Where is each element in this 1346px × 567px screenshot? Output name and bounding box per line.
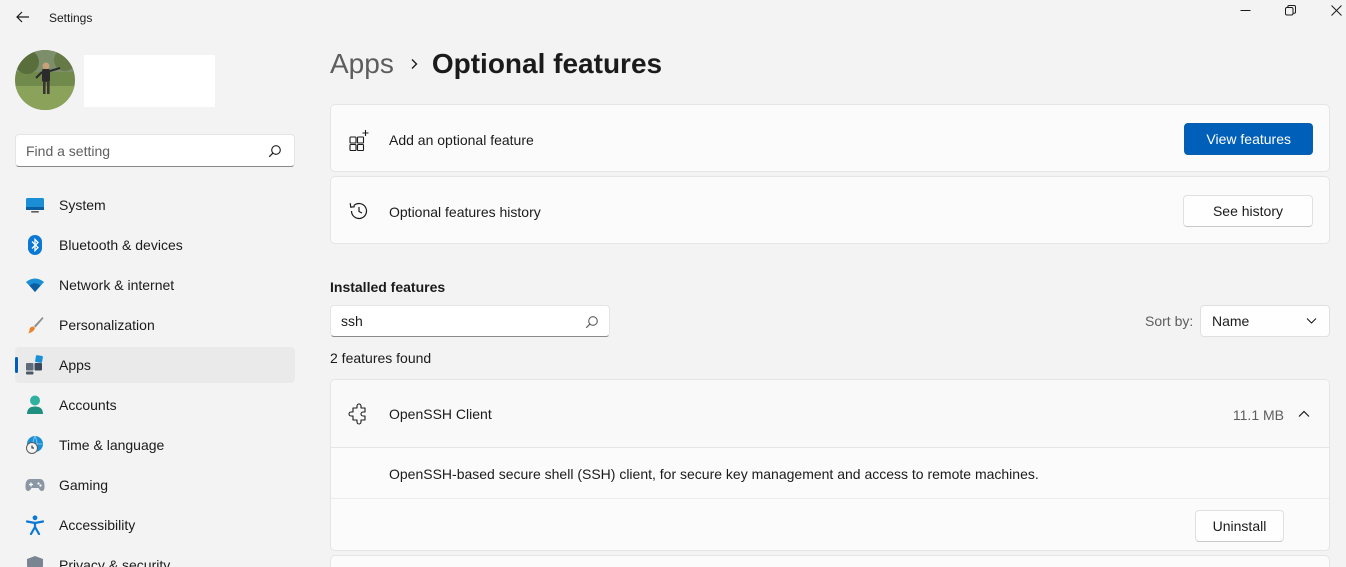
close-icon xyxy=(1330,4,1342,16)
chevron-up-icon[interactable] xyxy=(1297,407,1311,421)
sidebar-item-label: Personalization xyxy=(59,317,155,333)
account-name-box xyxy=(84,55,215,107)
installed-search-input[interactable] xyxy=(341,313,571,329)
sidebar-item-label: Gaming xyxy=(59,477,109,493)
back-button[interactable] xyxy=(12,6,34,28)
system-icon xyxy=(25,195,45,215)
restore-icon xyxy=(1284,4,1296,15)
sidebar-item-apps[interactable]: Apps xyxy=(15,347,295,383)
settings-search[interactable] xyxy=(15,134,295,167)
chevron-down-icon xyxy=(1306,318,1317,324)
installed-features-title: Installed features xyxy=(330,279,446,295)
avatar-photo xyxy=(15,50,75,110)
puzzle-icon xyxy=(348,403,370,425)
close-button[interactable] xyxy=(1324,0,1346,20)
sidebar-item-label: Accounts xyxy=(59,397,117,413)
bluetooth-icon xyxy=(25,235,45,255)
installed-search[interactable] xyxy=(330,305,610,337)
breadcrumb-parent[interactable]: Apps xyxy=(330,48,394,80)
breadcrumb-chevron-icon xyxy=(410,58,418,70)
uninstall-button[interactable]: Uninstall xyxy=(1195,510,1284,542)
feature-description: OpenSSH-based secure shell (SSH) client,… xyxy=(389,466,1039,482)
add-feature-label: Add an optional feature xyxy=(389,132,534,148)
feature-count: 2 features found xyxy=(330,350,432,366)
history-label: Optional features history xyxy=(389,204,541,220)
person-icon xyxy=(25,395,45,415)
breadcrumb: Apps Optional features xyxy=(330,48,662,80)
search-icon[interactable] xyxy=(585,315,599,329)
feature-size: 11.1 MB xyxy=(1232,407,1284,423)
sidebar-nav: System Bluetooth & devices Network & int… xyxy=(15,187,295,567)
sidebar-item-accounts[interactable]: Accounts xyxy=(15,387,295,423)
sidebar-item-privacy[interactable]: Privacy & security xyxy=(15,547,295,567)
sort-dropdown[interactable]: Name xyxy=(1200,305,1330,337)
sidebar-item-label: Apps xyxy=(59,357,91,373)
back-arrow-icon xyxy=(16,11,29,23)
history-icon xyxy=(348,200,370,222)
feature-item: OpenSSH Client 11.1 MB OpenSSH-based sec… xyxy=(330,379,1330,551)
sidebar-item-system[interactable]: System xyxy=(15,187,295,223)
history-card[interactable]: Optional features history See history xyxy=(330,176,1330,244)
sidebar-item-label: Network & internet xyxy=(59,277,175,293)
sidebar-item-label: Privacy & security xyxy=(59,557,171,567)
wifi-icon xyxy=(25,275,45,295)
search-icon[interactable] xyxy=(268,144,282,158)
next-feature-item[interactable] xyxy=(330,555,1330,567)
divider xyxy=(331,498,1329,499)
see-history-button[interactable]: See history xyxy=(1183,195,1313,227)
app-title: Settings xyxy=(49,11,93,25)
avatar[interactable] xyxy=(15,50,75,110)
brush-icon xyxy=(25,315,45,335)
sidebar-item-gaming[interactable]: Gaming xyxy=(15,467,295,503)
sort-value: Name xyxy=(1212,313,1250,329)
sidebar-item-bluetooth[interactable]: Bluetooth & devices xyxy=(15,227,295,263)
feature-header[interactable]: OpenSSH Client 11.1 MB xyxy=(331,380,1329,448)
shield-icon xyxy=(25,555,45,567)
sidebar-item-label: Bluetooth & devices xyxy=(59,237,183,253)
title-bar: Settings xyxy=(0,0,1346,36)
sidebar-item-label: Accessibility xyxy=(59,517,136,533)
sidebar-item-label: System xyxy=(59,197,106,213)
gamepad-icon xyxy=(25,475,45,495)
settings-search-input[interactable] xyxy=(26,142,266,159)
view-features-button[interactable]: View features xyxy=(1184,123,1313,155)
page-title: Optional features xyxy=(431,48,663,79)
sidebar-item-network[interactable]: Network & internet xyxy=(15,267,295,303)
sort-label: Sort by: xyxy=(1145,313,1194,329)
minimize-button[interactable] xyxy=(1233,0,1257,20)
sidebar-item-accessibility[interactable]: Accessibility xyxy=(15,507,295,543)
globe-clock-icon xyxy=(25,435,45,455)
sidebar-item-personalization[interactable]: Personalization xyxy=(15,307,295,343)
sidebar-item-label: Time & language xyxy=(59,437,165,453)
add-feature-card: Add an optional feature View features xyxy=(330,104,1330,172)
feature-name: OpenSSH Client xyxy=(389,406,492,422)
accessibility-icon xyxy=(25,515,45,535)
add-feature-icon xyxy=(348,129,370,151)
apps-icon xyxy=(25,355,45,375)
minimize-icon xyxy=(1240,9,1250,11)
restore-button[interactable] xyxy=(1278,0,1302,20)
sidebar-item-time-language[interactable]: Time & language xyxy=(15,427,295,463)
